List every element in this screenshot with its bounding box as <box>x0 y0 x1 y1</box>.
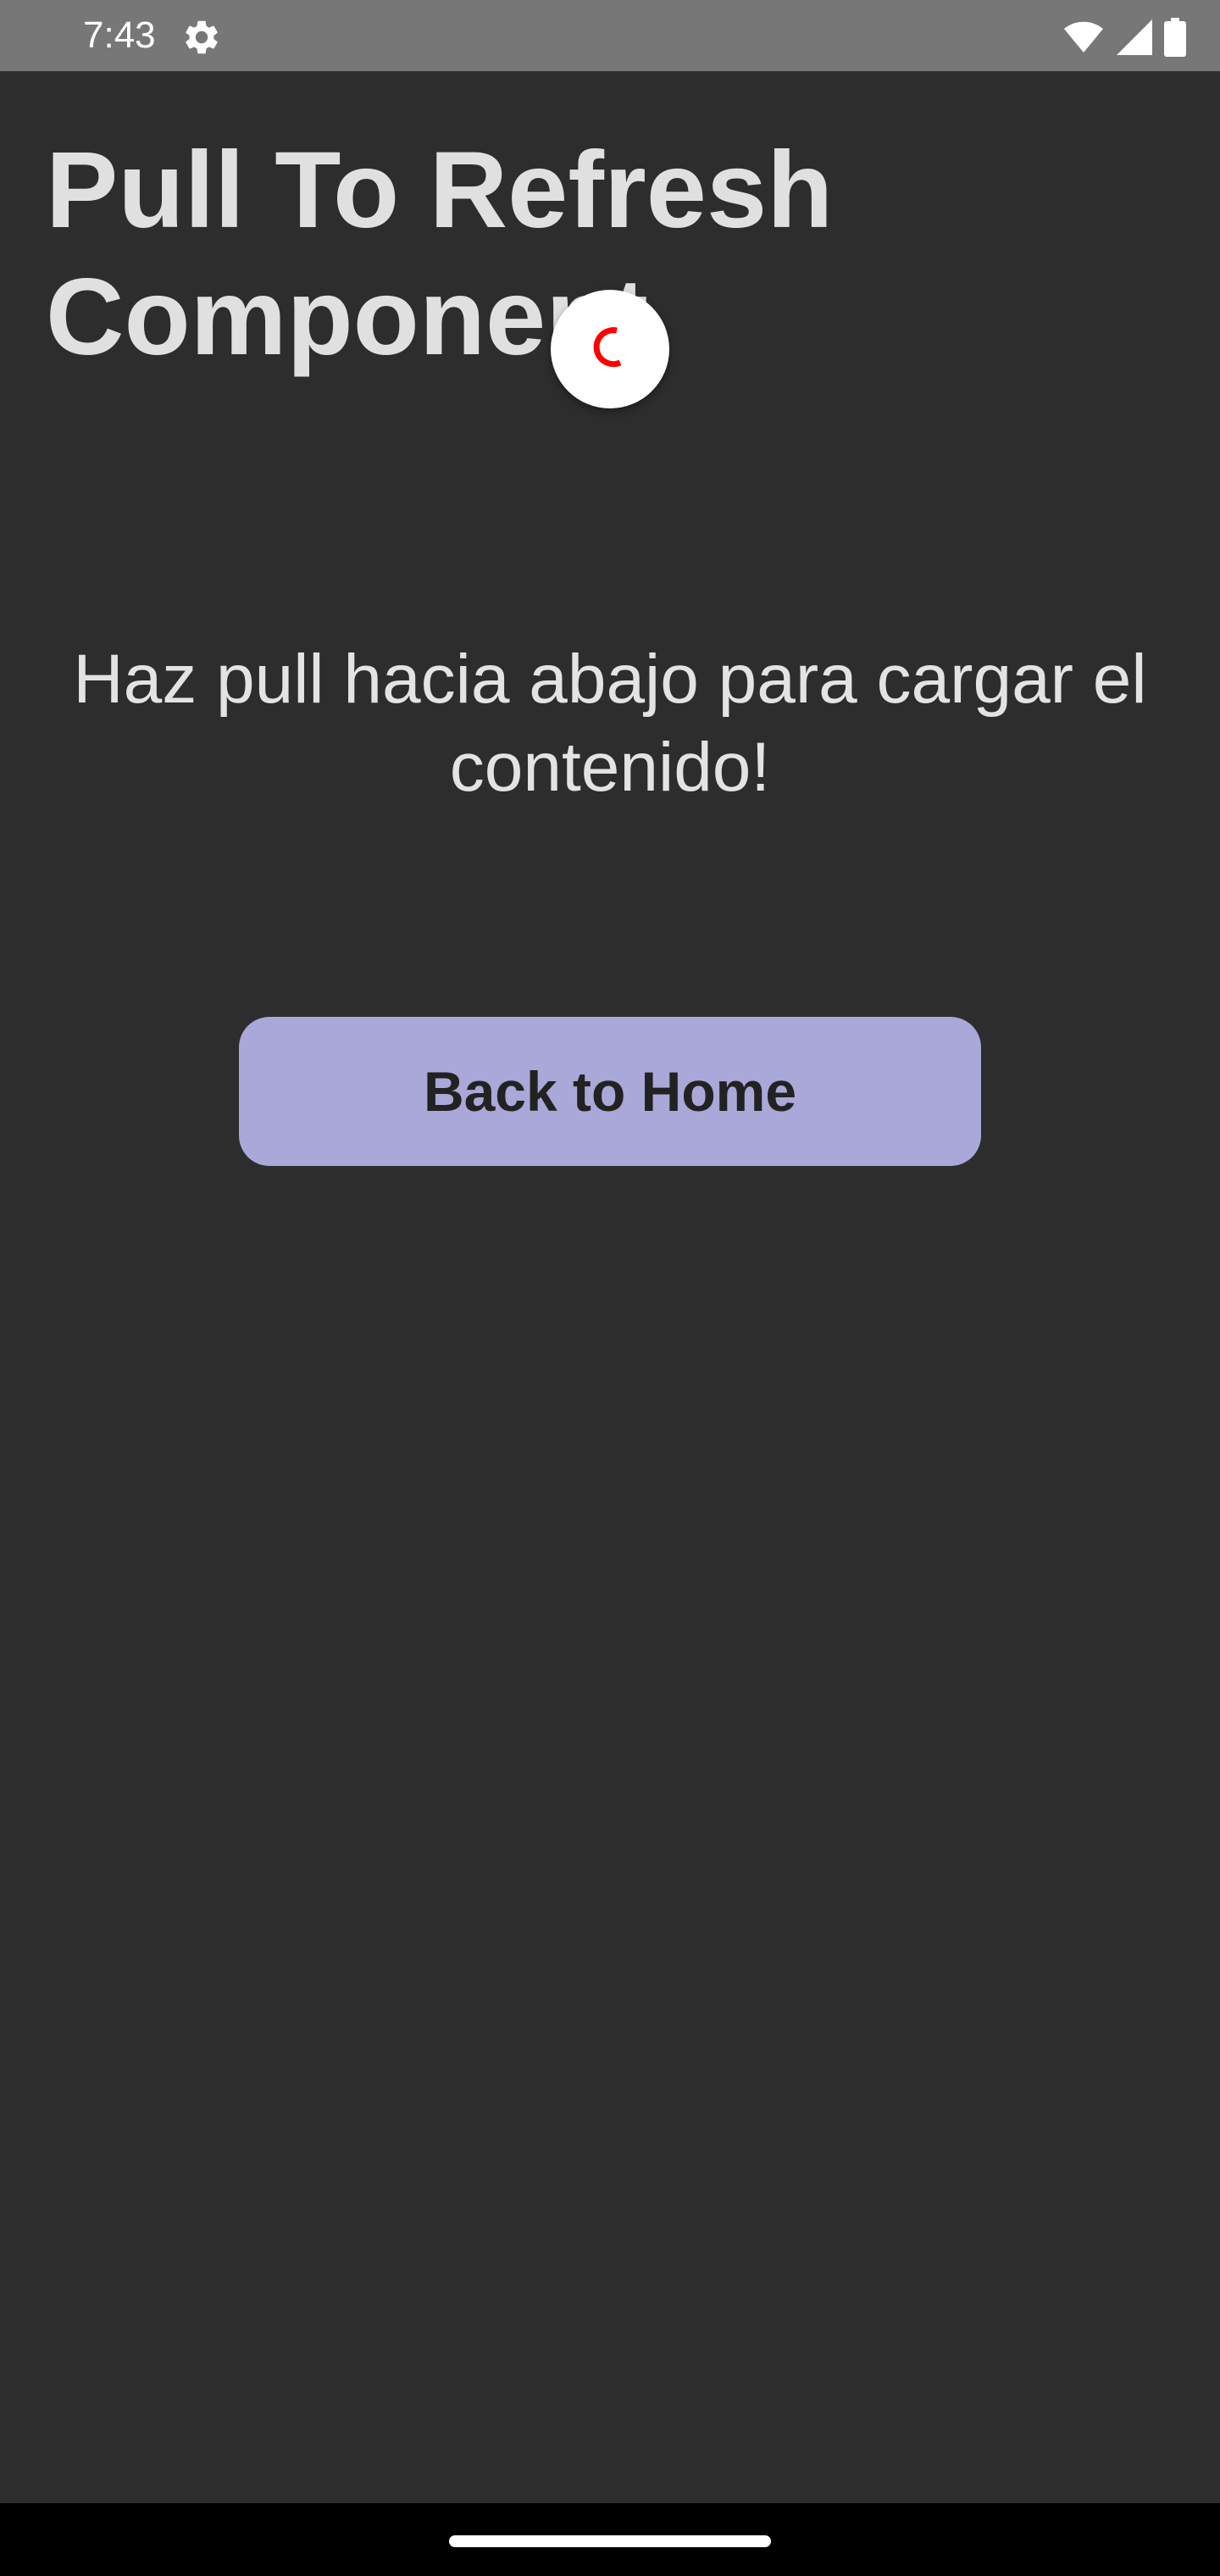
pull-instruction-text: Haz pull hacia abajo para cargar el cont… <box>73 641 1147 806</box>
signal-icon <box>1117 19 1152 55</box>
refresh-indicator <box>551 290 669 408</box>
status-icons <box>1062 17 1186 58</box>
status-time: 7:43 <box>83 14 156 56</box>
home-gesture-handle[interactable] <box>449 2535 771 2547</box>
loading-spinner-icon <box>583 320 637 379</box>
app-screen: 7:43 Pull To Refresh Component Haz pull … <box>0 0 1220 2576</box>
wifi-icon <box>1062 20 1105 54</box>
settings-gear-icon <box>181 17 222 58</box>
page-title: Pull To Refresh Component <box>46 130 834 378</box>
battery-icon <box>1164 18 1186 57</box>
navigation-bar <box>0 2503 1220 2576</box>
status-bar: 7:43 <box>0 0 1220 71</box>
back-to-home-button[interactable]: Back to Home <box>239 1017 981 1166</box>
